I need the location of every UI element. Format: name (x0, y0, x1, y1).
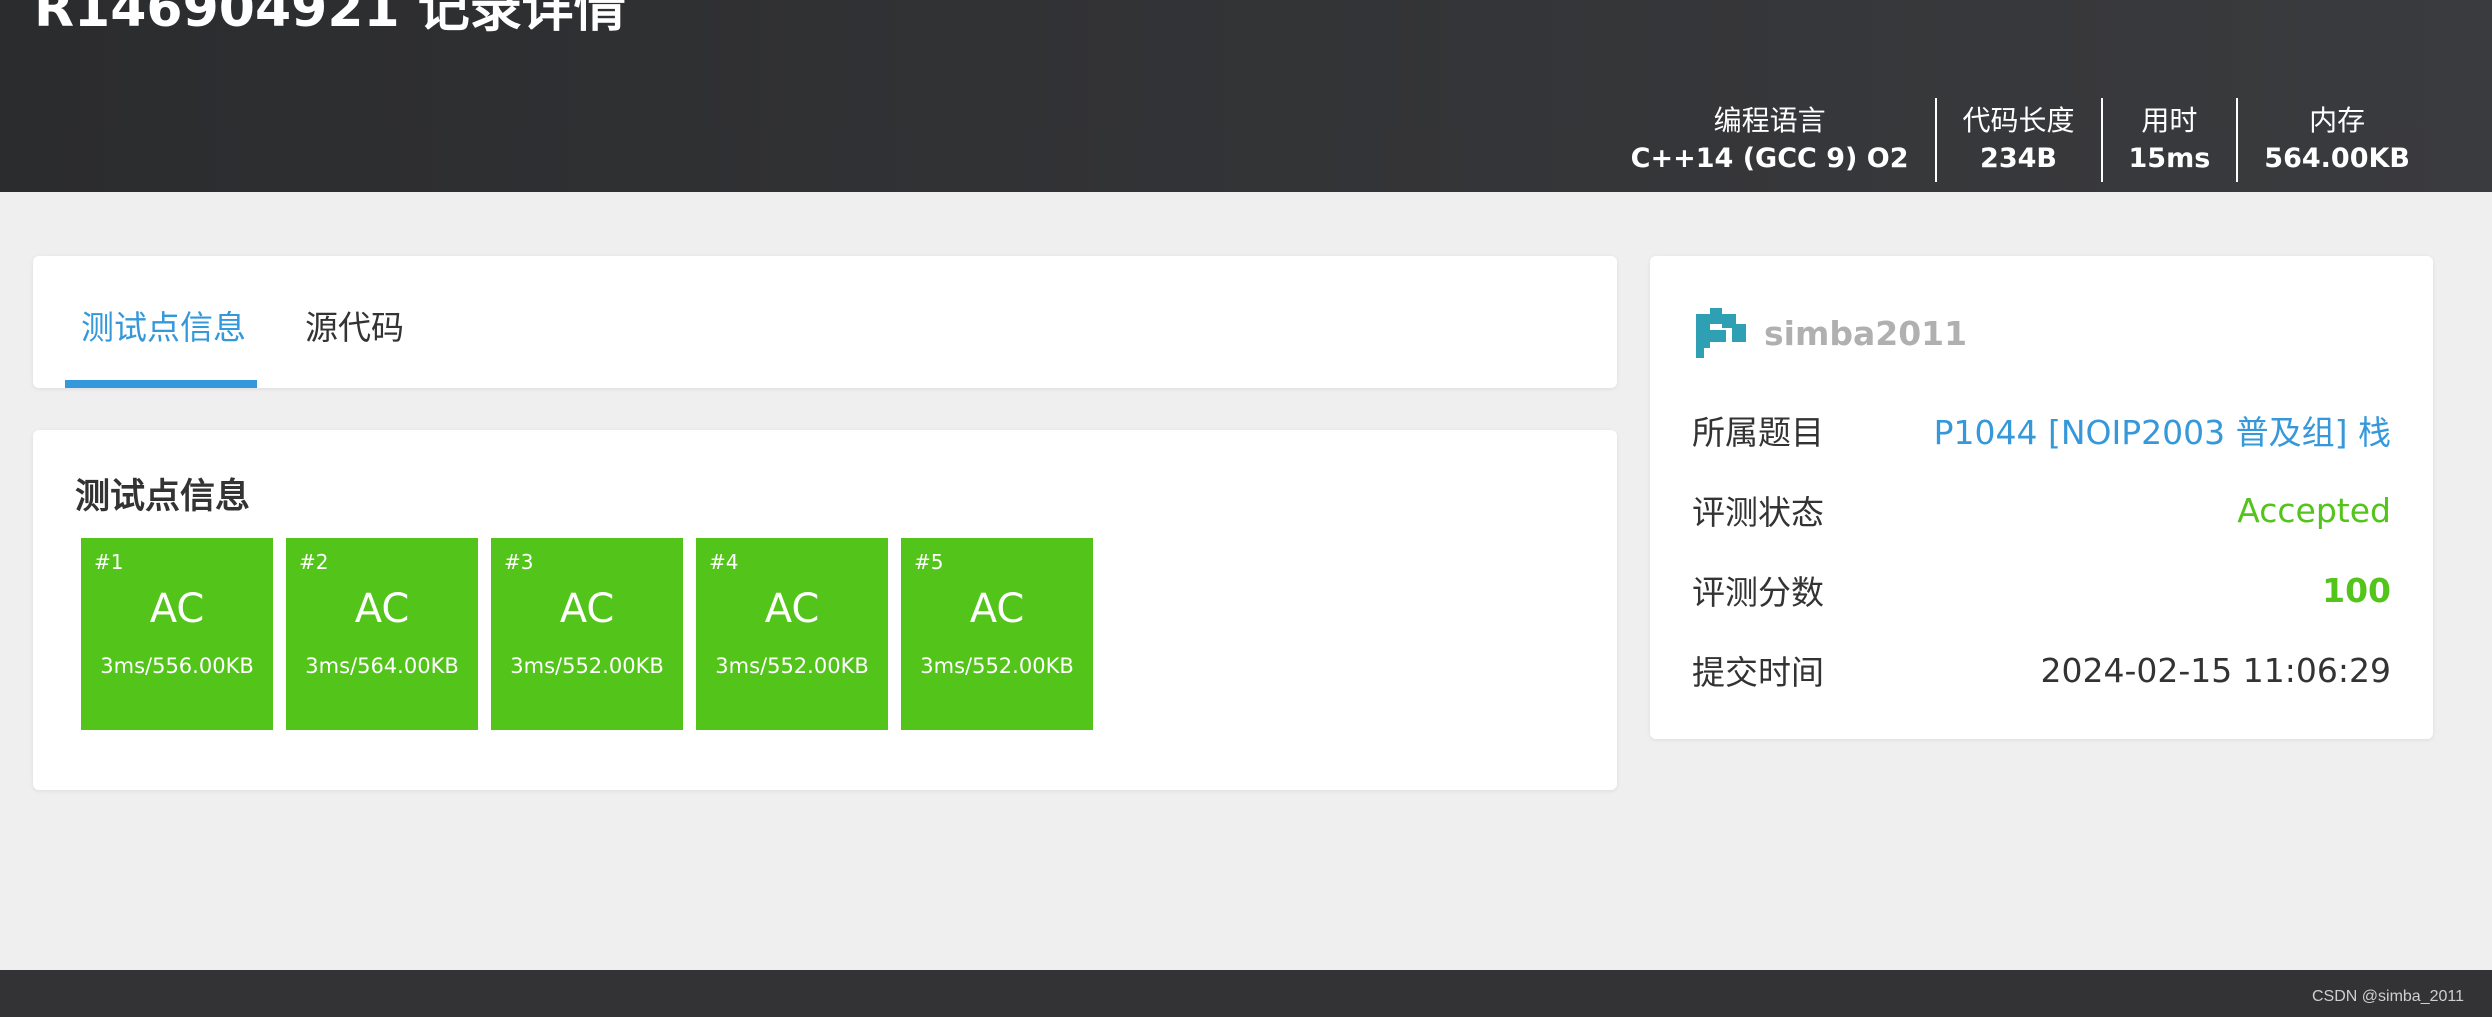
stat-language: 编程语言 C++14 (GCC 9) O2 (1605, 98, 1935, 182)
info-label: 提交时间 (1692, 653, 1824, 692)
info-row-submit-time: 提交时间 2024-02-15 11:06:29 (1692, 642, 2391, 698)
test-case-status: AC (969, 586, 1025, 632)
test-case[interactable]: #2 AC 3ms/564.00KB (286, 538, 478, 730)
test-case-id: #1 (94, 550, 124, 574)
stat-time: 用时 15ms (2100, 98, 2237, 182)
page-header: R146904921 记录详情 编程语言 C++14 (GCC 9) O2 代码… (0, 0, 2492, 192)
page-footer: CSDN @simba_2011 (0, 970, 2492, 1017)
user-avatar-icon[interactable] (1692, 304, 1750, 362)
test-case-resource: 3ms/556.00KB (100, 654, 254, 678)
stat-value: 15ms (2128, 143, 2211, 174)
stat-value: 234B (1980, 143, 2057, 174)
test-case-resource: 3ms/552.00KB (715, 654, 869, 678)
stat-value: 564.00KB (2264, 143, 2410, 174)
problem-link[interactable]: P1044 [NOIP2003 普及组] 栈 (1934, 406, 2391, 454)
submit-time: 2024-02-15 11:06:29 (2040, 650, 2391, 690)
active-tab-indicator (65, 380, 257, 388)
watermark: CSDN @simba_2011 (2311, 988, 2464, 1005)
stat-label: 代码长度 (1962, 104, 2075, 137)
tab-test-info[interactable]: 测试点信息 (81, 300, 246, 356)
info-label: 评测分数 (1692, 573, 1824, 612)
test-case-status: AC (559, 586, 615, 632)
test-case-id: #3 (504, 550, 534, 574)
test-case-resource: 3ms/552.00KB (510, 654, 664, 678)
info-row-problem: 所属题目 P1044 [NOIP2003 普及组] 栈 (1692, 402, 2391, 458)
test-cases-heading: 测试点信息 (75, 477, 251, 517)
stat-label: 编程语言 (1713, 104, 1826, 137)
judge-status: Accepted (2237, 490, 2391, 530)
stat-code-length: 代码长度 234B (1934, 98, 2101, 182)
test-case-id: #5 (914, 550, 944, 574)
tabs-card: 测试点信息 源代码 (33, 256, 1617, 388)
info-label: 所属题目 (1692, 413, 1824, 452)
test-cases-card: 测试点信息 #1 AC 3ms/556.00KB #2 AC 3ms/564.0… (33, 430, 1617, 790)
stat-value: C++14 (GCC 9) O2 (1630, 143, 1909, 174)
stat-memory: 内存 564.00KB (2236, 98, 2436, 182)
tab-source-code[interactable]: 源代码 (305, 300, 404, 356)
info-label: 评测状态 (1692, 493, 1824, 532)
test-case-status: AC (354, 586, 410, 632)
test-case-status: AC (764, 586, 820, 632)
stat-label: 内存 (2309, 104, 2366, 137)
page-title: R146904921 记录详情 (34, 0, 626, 39)
user-info[interactable]: simba2011 (1692, 304, 1967, 362)
judge-score: 100 (2322, 570, 2391, 610)
record-info-card: simba2011 所属题目 P1044 [NOIP2003 普及组] 栈 评测… (1650, 256, 2433, 739)
stat-label: 用时 (2141, 104, 2198, 137)
test-case-resource: 3ms/552.00KB (920, 654, 1074, 678)
test-case-id: #4 (709, 550, 739, 574)
test-case[interactable]: #5 AC 3ms/552.00KB (901, 538, 1093, 730)
test-case[interactable]: #4 AC 3ms/552.00KB (696, 538, 888, 730)
username[interactable]: simba2011 (1764, 314, 1967, 353)
test-case-id: #2 (299, 550, 329, 574)
info-row-score: 评测分数 100 (1692, 562, 2391, 618)
record-stats: 编程语言 C++14 (GCC 9) O2 代码长度 234B 用时 15ms … (1605, 98, 2436, 182)
info-row-status: 评测状态 Accepted (1692, 482, 2391, 538)
test-case-grid: #1 AC 3ms/556.00KB #2 AC 3ms/564.00KB #3… (81, 538, 1093, 730)
test-case[interactable]: #1 AC 3ms/556.00KB (81, 538, 273, 730)
test-case-status: AC (149, 586, 205, 632)
test-case[interactable]: #3 AC 3ms/552.00KB (491, 538, 683, 730)
test-case-resource: 3ms/564.00KB (305, 654, 459, 678)
